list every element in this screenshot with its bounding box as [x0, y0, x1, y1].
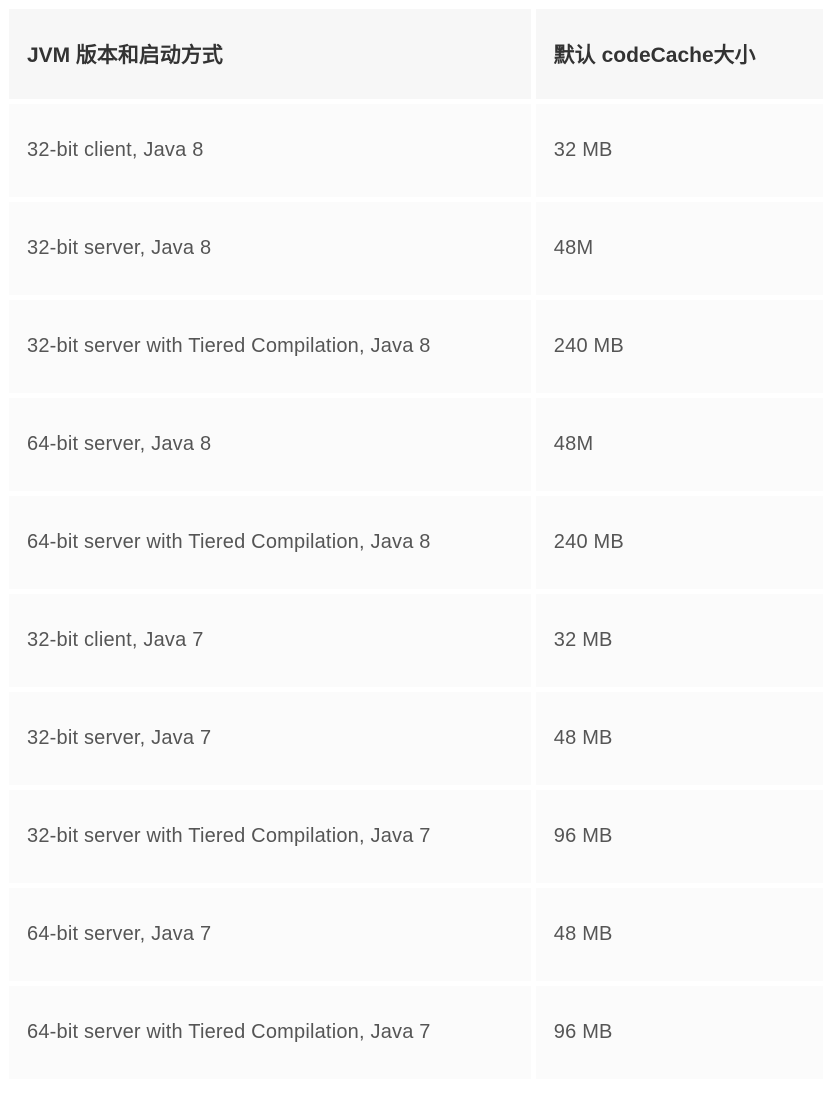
table-row: 32-bit server with Tiered Compilation, J… — [9, 300, 823, 393]
cell-jvm: 32-bit server, Java 7 — [9, 692, 531, 785]
cell-size: 96 MB — [536, 986, 823, 1079]
cell-size: 48M — [536, 398, 823, 491]
header-jvm: JVM 版本和启动方式 — [9, 9, 531, 99]
cell-size: 48 MB — [536, 888, 823, 981]
cell-jvm: 64-bit server with Tiered Compilation, J… — [9, 496, 531, 589]
cell-size: 240 MB — [536, 496, 823, 589]
cell-size: 96 MB — [536, 790, 823, 883]
table-row: 32-bit client, Java 7 32 MB — [9, 594, 823, 687]
cell-jvm: 32-bit server with Tiered Compilation, J… — [9, 790, 531, 883]
cell-size: 48M — [536, 202, 823, 295]
cell-size: 32 MB — [536, 104, 823, 197]
header-row: JVM 版本和启动方式 默认 codeCache大小 — [9, 9, 823, 99]
header-size: 默认 codeCache大小 — [536, 9, 823, 99]
table-row: 64-bit server, Java 7 48 MB — [9, 888, 823, 981]
cell-jvm: 64-bit server with Tiered Compilation, J… — [9, 986, 531, 1079]
codecache-table: JVM 版本和启动方式 默认 codeCache大小 32-bit client… — [4, 4, 828, 1084]
cell-size: 48 MB — [536, 692, 823, 785]
table-row: 64-bit server with Tiered Compilation, J… — [9, 986, 823, 1079]
cell-jvm: 32-bit client, Java 7 — [9, 594, 531, 687]
cell-jvm: 32-bit client, Java 8 — [9, 104, 531, 197]
table-row: 64-bit server, Java 8 48M — [9, 398, 823, 491]
cell-jvm: 64-bit server, Java 8 — [9, 398, 531, 491]
table-row: 32-bit client, Java 8 32 MB — [9, 104, 823, 197]
cell-jvm: 32-bit server, Java 8 — [9, 202, 531, 295]
cell-jvm: 32-bit server with Tiered Compilation, J… — [9, 300, 531, 393]
cell-size: 32 MB — [536, 594, 823, 687]
table-row: 32-bit server with Tiered Compilation, J… — [9, 790, 823, 883]
cell-jvm: 64-bit server, Java 7 — [9, 888, 531, 981]
cell-size: 240 MB — [536, 300, 823, 393]
table-row: 32-bit server, Java 8 48M — [9, 202, 823, 295]
table-row: 32-bit server, Java 7 48 MB — [9, 692, 823, 785]
table-row: 64-bit server with Tiered Compilation, J… — [9, 496, 823, 589]
